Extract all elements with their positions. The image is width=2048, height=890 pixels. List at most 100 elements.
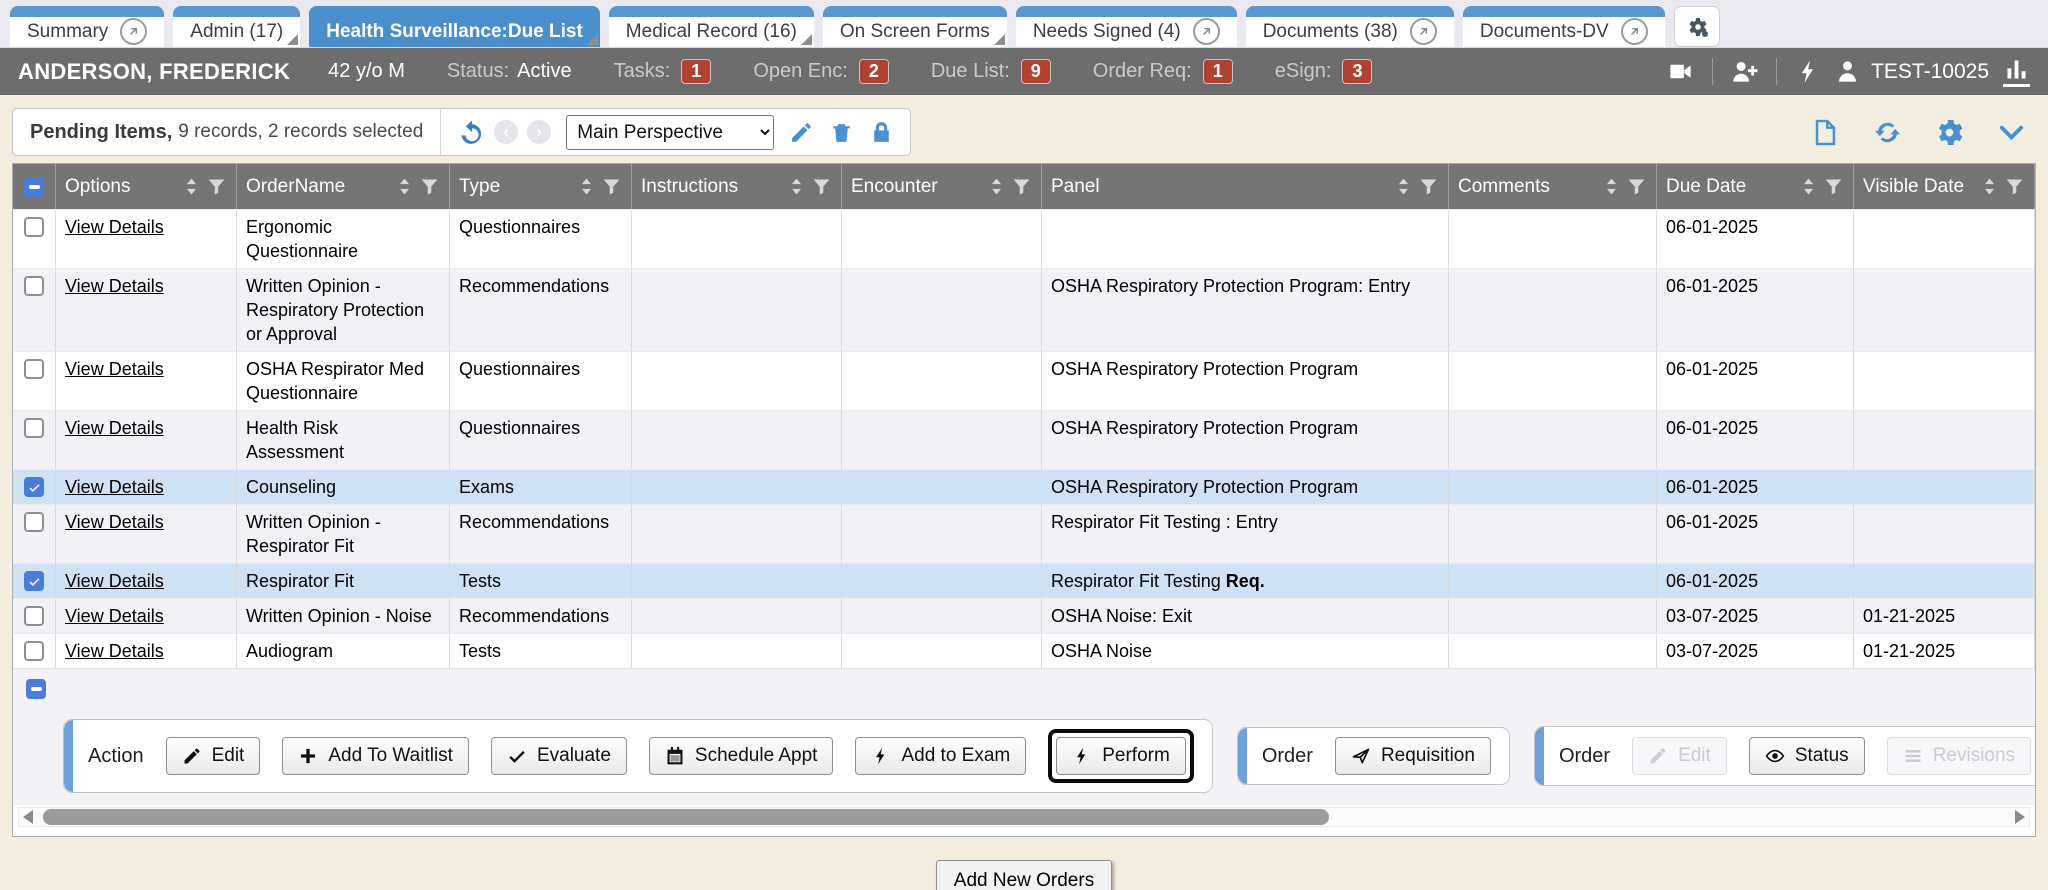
column-header-panel[interactable]: Panel [1042,164,1449,209]
trash-icon[interactable] [829,120,854,145]
tab-admin-17[interactable]: Admin (17) [173,6,300,47]
view-details-link[interactable]: View Details [65,571,164,591]
prev-icon[interactable]: ‹ [494,120,518,144]
filter-icon[interactable] [2004,176,2025,197]
view-details-link[interactable]: View Details [65,276,164,296]
tab-needs-signed-4[interactable]: Needs Signed (4) [1016,6,1237,47]
new-document-icon[interactable] [1811,118,1840,147]
pencil-icon[interactable] [789,120,814,145]
row-checkbox[interactable] [24,571,44,591]
sort-icon[interactable] [1982,175,1997,198]
select-all-checkbox-footer[interactable] [26,679,46,699]
scrollbar-thumb[interactable] [43,809,1329,825]
popout-icon[interactable] [1193,18,1220,45]
tab-documents-dv[interactable]: Documents-DV [1463,6,1665,47]
scroll-right-arrow[interactable] [2015,810,2025,824]
view-details-link[interactable]: View Details [65,359,164,379]
column-header-instructions[interactable]: Instructions [632,164,842,209]
tab-settings-button[interactable] [1674,6,1720,47]
select-all-checkbox[interactable] [24,177,44,197]
evaluate-button[interactable]: Evaluate [491,737,627,775]
filter-icon[interactable] [1418,176,1439,197]
filter-icon[interactable] [419,176,440,197]
sort-icon[interactable] [989,175,1004,198]
row-checkbox[interactable] [24,641,44,661]
row-checkbox[interactable] [24,606,44,626]
sort-icon[interactable] [789,175,804,198]
type-cell: Exams [450,470,632,504]
popout-icon[interactable] [120,18,147,45]
options-cell: View Details [56,599,237,633]
view-details-link[interactable]: View Details [65,418,164,438]
comments-cell [1449,470,1657,504]
settings-icon[interactable] [1935,118,1964,147]
popout-icon[interactable] [1410,18,1437,45]
schedule-appt-button[interactable]: Schedule Appt [649,737,834,775]
add-new-orders-button[interactable]: Add New Orders [936,860,1112,890]
filter-icon[interactable] [206,176,227,197]
filter-icon[interactable] [1011,176,1032,197]
perform-button[interactable]: Perform [1056,737,1186,775]
column-header-due-date[interactable]: Due Date [1657,164,1854,209]
row-checkbox[interactable] [24,359,44,379]
counter-badge-due-list[interactable]: 9 [1021,59,1051,84]
perspective-select[interactable]: Main Perspective [566,115,774,150]
view-details-link[interactable]: View Details [65,217,164,237]
column-header-ordername[interactable]: OrderName [237,164,450,209]
view-details-link[interactable]: View Details [65,477,164,497]
row-checkbox[interactable] [24,276,44,296]
tab-on-screen-forms[interactable]: On Screen Forms [823,6,1007,47]
popout-icon[interactable] [1621,18,1648,45]
filter-icon[interactable] [601,176,622,197]
person-icon[interactable] [1834,58,1861,85]
add-to-waitlist-button[interactable]: Add To Waitlist [282,737,469,775]
row-checkbox[interactable] [24,418,44,438]
sort-icon[interactable] [1396,175,1411,198]
row-checkbox[interactable] [24,477,44,497]
column-header-encounter[interactable]: Encounter [842,164,1042,209]
counter-badge-order-req[interactable]: 1 [1203,59,1233,84]
tab-health-surveillance-due-list[interactable]: Health Surveillance:Due List [309,6,600,47]
view-details-link[interactable]: View Details [65,512,164,532]
undo-icon[interactable] [458,119,485,146]
chart-icon[interactable] [2003,56,2030,87]
column-header-visible-date[interactable]: Visible Date [1854,164,2035,209]
counter-badge-tasks[interactable]: 1 [681,59,711,84]
sort-icon[interactable] [1604,175,1619,198]
sort-icon[interactable] [1801,175,1816,198]
refresh-icon[interactable] [1873,118,1902,147]
row-checkbox[interactable] [24,512,44,532]
row-checkbox[interactable] [24,217,44,237]
bolt-icon[interactable] [1795,58,1822,85]
view-details-link[interactable]: View Details [65,606,164,626]
video-camera-icon[interactable] [1667,58,1694,85]
sort-icon[interactable] [579,175,594,198]
filter-icon[interactable] [1823,176,1844,197]
filter-icon[interactable] [1626,176,1647,197]
sort-icon[interactable] [397,175,412,198]
next-icon[interactable]: › [527,120,551,144]
horizontal-scrollbar[interactable] [18,807,2030,827]
tab-medical-record-16[interactable]: Medical Record (16) [609,6,814,47]
filter-icon[interactable] [811,176,832,197]
tab-documents-38[interactable]: Documents (38) [1246,6,1454,47]
counter-badge-open-enc[interactable]: 2 [859,59,889,84]
lock-icon[interactable] [869,120,894,145]
collapse-icon[interactable] [1997,118,2026,147]
requisition-button[interactable]: Requisition [1335,737,1491,775]
column-header-comments[interactable]: Comments [1449,164,1657,209]
edit-button[interactable]: Edit [166,737,261,775]
person-add-icon[interactable] [1731,58,1758,85]
sort-icon[interactable] [184,175,199,198]
status-button[interactable]: Status [1749,737,1865,775]
tab-summary[interactable]: Summary [10,6,164,47]
scroll-left-arrow[interactable] [23,810,33,824]
counter-badge-esign[interactable]: 3 [1342,59,1372,84]
divider [1712,58,1713,85]
add-to-exam-button[interactable]: Add to Exam [855,737,1026,775]
row-checkbox-cell [13,470,56,504]
view-details-link[interactable]: View Details [65,641,164,661]
select-all-checkbox-header[interactable] [13,164,56,209]
column-header-options[interactable]: Options [56,164,237,209]
column-header-type[interactable]: Type [450,164,632,209]
